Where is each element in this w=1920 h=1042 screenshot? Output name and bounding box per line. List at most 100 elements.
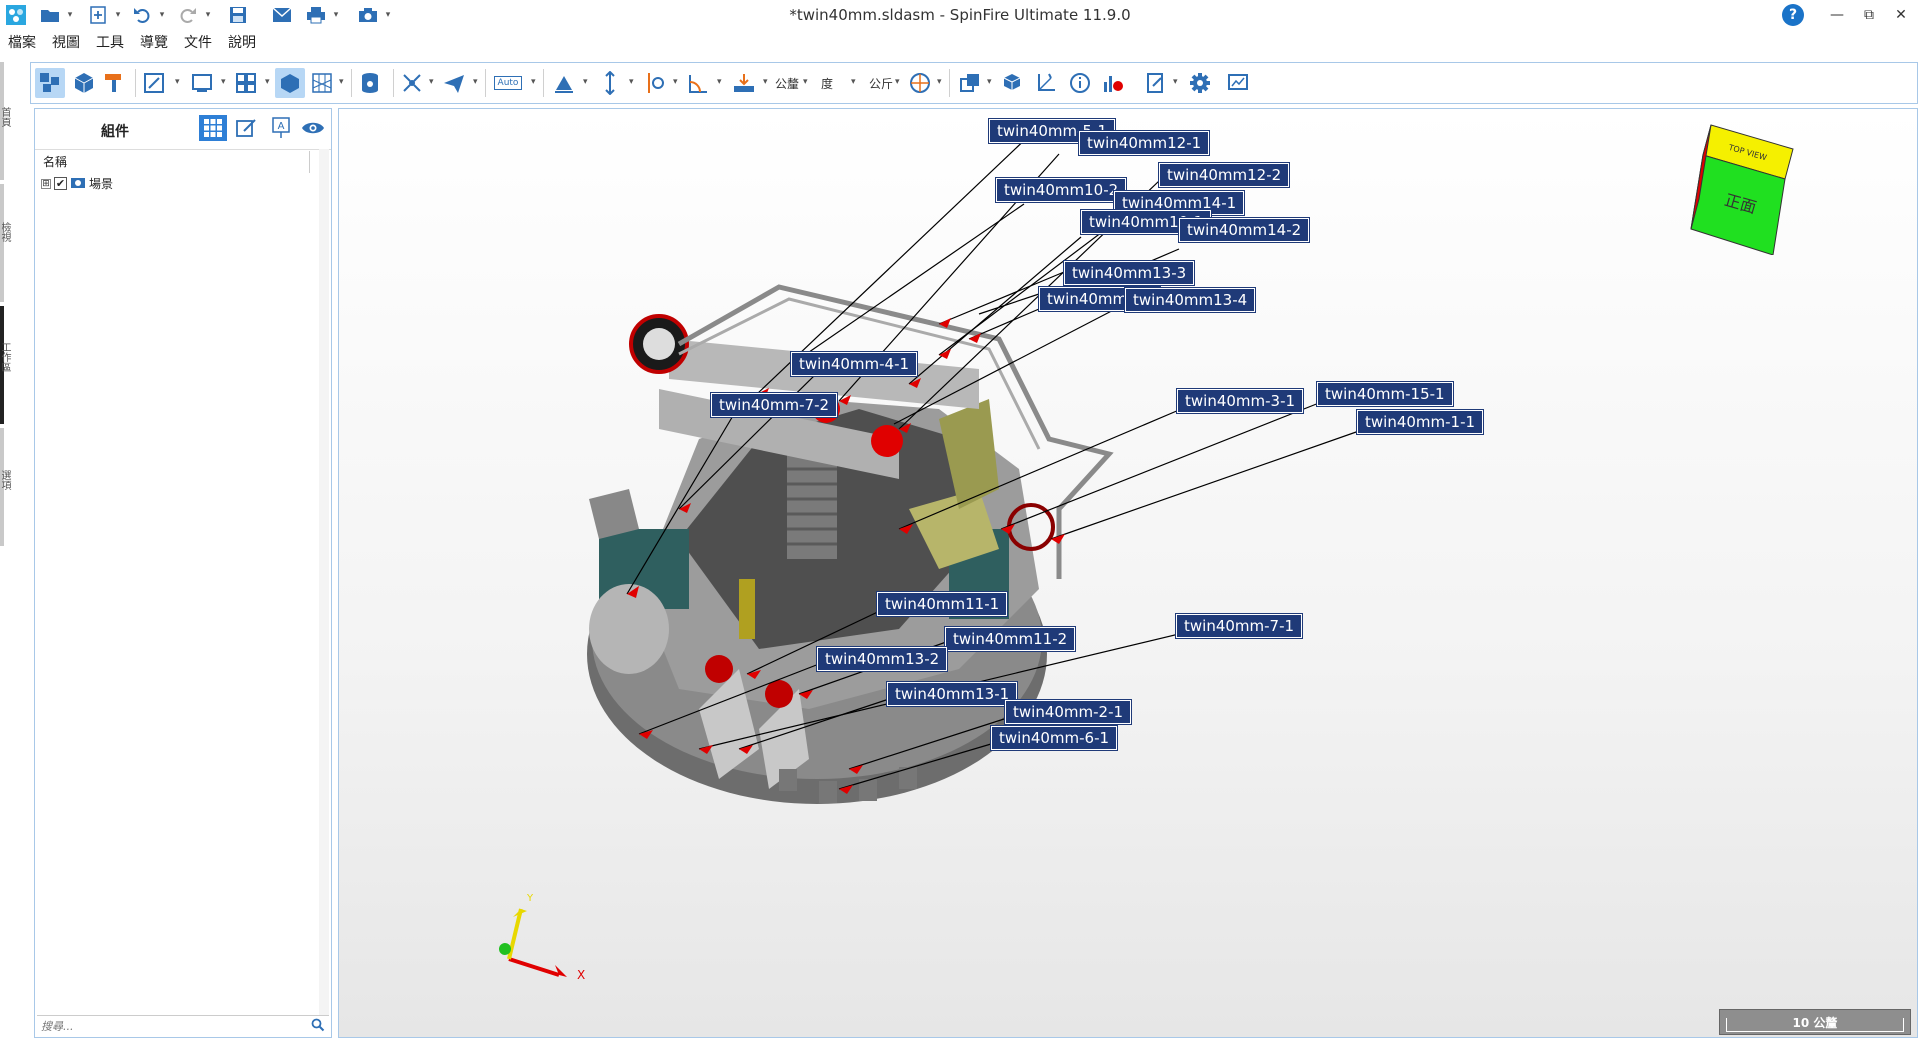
settings-gear-icon[interactable] bbox=[1185, 68, 1215, 98]
explode-dropdown-chevron-icon[interactable]: ▾ bbox=[175, 77, 180, 87]
single-view-dropdown-chevron-icon[interactable]: ▾ bbox=[221, 77, 226, 87]
callout-twin40mm-7-1[interactable]: twin40mm-7-1 bbox=[1174, 613, 1304, 639]
callout-twin40mm-1-1[interactable]: twin40mm-1-1 bbox=[1355, 409, 1485, 435]
measure-distance-dropdown-chevron-icon[interactable]: ▾ bbox=[629, 77, 634, 87]
explode-arrows-dropdown-chevron-icon[interactable]: ▾ bbox=[429, 77, 434, 87]
length-unit-label[interactable]: 公釐 bbox=[775, 75, 799, 92]
measure-z-dropdown-chevron-icon[interactable]: ▾ bbox=[583, 77, 588, 87]
dashboard-icon[interactable] bbox=[1223, 68, 1253, 98]
window-title: *twin40mm.sldasm - SpinFire Ultimate 11.… bbox=[789, 6, 1131, 24]
side-tab-home[interactable]: 首頁 bbox=[0, 107, 12, 127]
measure-mass-icon[interactable] bbox=[729, 68, 759, 98]
auto-label: Auto bbox=[493, 76, 523, 90]
menu-file[interactable]: 檔案 bbox=[0, 32, 44, 54]
callout-twin40mm12-2[interactable]: twin40mm12-2 bbox=[1157, 162, 1291, 188]
tree-scrollbar[interactable] bbox=[319, 149, 329, 1019]
fly-view-icon[interactable] bbox=[439, 68, 469, 98]
callout-twin40mm-6-1[interactable]: twin40mm-6-1 bbox=[989, 725, 1119, 751]
assembly-panel: 組件 A 名稱 ⊞ ✔ 場景 bbox=[34, 108, 332, 1038]
angle-unit-dropdown-chevron-icon[interactable]: ▾ bbox=[851, 77, 856, 87]
menu-view[interactable]: 視圖 bbox=[44, 32, 88, 54]
callout-twin40mm11-2[interactable]: twin40mm11-2 bbox=[943, 626, 1077, 652]
section-dropdown-chevron-icon[interactable]: ▾ bbox=[937, 77, 942, 87]
analysis-chart-icon[interactable] bbox=[1099, 68, 1129, 98]
triad-x-label: X bbox=[577, 968, 585, 979]
callout-twin40mm13-3[interactable]: twin40mm13-3 bbox=[1062, 260, 1196, 286]
section-globe-icon[interactable] bbox=[905, 68, 935, 98]
tree-item-checkbox[interactable]: ✔ bbox=[54, 177, 67, 190]
wireframe-mode-button[interactable] bbox=[307, 68, 337, 98]
render-dropdown-chevron-icon[interactable]: ▾ bbox=[339, 77, 344, 87]
callout-twin40mm-3-1[interactable]: twin40mm-3-1 bbox=[1175, 388, 1305, 414]
side-tab-workspace[interactable]: 工作區 bbox=[0, 342, 12, 372]
cylinder-icon[interactable] bbox=[355, 68, 385, 98]
measure-angle-dropdown-chevron-icon[interactable]: ▾ bbox=[717, 77, 722, 87]
edit-notes-icon[interactable] bbox=[233, 115, 261, 141]
callout-twin40mm10-2[interactable]: twin40mm10-2 bbox=[994, 177, 1128, 203]
part-explode-icon[interactable] bbox=[997, 68, 1027, 98]
mass-unit-dropdown-chevron-icon[interactable]: ▾ bbox=[895, 77, 900, 87]
measure-radius-dropdown-chevron-icon[interactable]: ▾ bbox=[673, 77, 678, 87]
callout-twin40mm-7-2[interactable]: twin40mm-7-2 bbox=[709, 392, 839, 418]
callout-twin40mm13-4[interactable]: twin40mm13-4 bbox=[1123, 287, 1257, 313]
callout-twin40mm-15-1[interactable]: twin40mm-15-1 bbox=[1316, 381, 1454, 407]
paint-brush-button[interactable] bbox=[99, 68, 129, 98]
measure-mass-dropdown-chevron-icon[interactable]: ▾ bbox=[763, 77, 768, 87]
help-button[interactable]: ? bbox=[1782, 4, 1804, 26]
camera-folder-icon bbox=[70, 175, 86, 192]
side-tab-view[interactable]: 檢視 bbox=[0, 222, 12, 242]
search-box bbox=[37, 1015, 329, 1035]
text-annotation-icon[interactable]: A bbox=[267, 115, 295, 141]
tree-item-scene[interactable]: ⊞ ✔ 場景 bbox=[41, 175, 113, 192]
restore-button[interactable]: ⧉ bbox=[1854, 4, 1884, 26]
measure-distance-icon[interactable] bbox=[595, 68, 625, 98]
minimize-button[interactable]: — bbox=[1822, 4, 1852, 26]
tree-expand-toggle[interactable]: ⊞ bbox=[41, 178, 51, 189]
menu-help[interactable]: 說明 bbox=[220, 32, 264, 54]
search-input[interactable] bbox=[41, 1018, 301, 1034]
measure-angle-icon[interactable] bbox=[683, 68, 713, 98]
fly-view-dropdown-chevron-icon[interactable]: ▾ bbox=[473, 77, 478, 87]
menu-tools[interactable]: 工具 bbox=[88, 32, 132, 54]
menu-navigate[interactable]: 導覽 bbox=[132, 32, 176, 54]
shaded-mode-button[interactable] bbox=[275, 68, 305, 98]
export-dropdown-chevron-icon[interactable]: ▾ bbox=[1173, 77, 1178, 87]
compare-dropdown-chevron-icon[interactable]: ▾ bbox=[987, 77, 992, 87]
close-button[interactable]: ✕ bbox=[1886, 4, 1916, 26]
explode-view-button[interactable] bbox=[139, 68, 169, 98]
annotate-axis-icon[interactable] bbox=[1031, 68, 1061, 98]
multi-view-button[interactable] bbox=[231, 68, 261, 98]
angle-unit-label[interactable]: 度 bbox=[821, 75, 833, 92]
single-view-button[interactable] bbox=[187, 68, 217, 98]
length-unit-dropdown-chevron-icon[interactable]: ▾ bbox=[803, 77, 808, 87]
callout-twin40mm12-1[interactable]: twin40mm12-1 bbox=[1077, 130, 1211, 156]
multi-view-dropdown-chevron-icon[interactable]: ▾ bbox=[265, 77, 270, 87]
measure-z-icon[interactable] bbox=[549, 68, 579, 98]
callout-twin40mm-2-1[interactable]: twin40mm-2-1 bbox=[1003, 699, 1133, 725]
part-cube-button[interactable] bbox=[69, 68, 99, 98]
menu-document[interactable]: 文件 bbox=[176, 32, 220, 54]
auto-dropdown-chevron-icon[interactable]: ▾ bbox=[531, 77, 536, 87]
explode-arrows-icon[interactable] bbox=[397, 68, 427, 98]
title-bar: ▾ ▾ ▾ ▾ ▾ ▾ *twin40mm.sldasm - SpinFire … bbox=[0, 0, 1920, 30]
measure-radius-icon[interactable] bbox=[639, 68, 669, 98]
callout-twin40mm13-2[interactable]: twin40mm13-2 bbox=[815, 646, 949, 672]
menu-bar: 檔案 視圖 工具 導覽 文件 說明 bbox=[0, 32, 264, 54]
callout-twin40mm13-1[interactable]: twin40mm13-1 bbox=[885, 681, 1019, 707]
side-tab-options[interactable]: 選項 bbox=[0, 470, 12, 490]
callout-twin40mm-4-1[interactable]: twin40mm-4-1 bbox=[789, 351, 919, 377]
3d-viewport[interactable]: twin40mm-5-1 twin40mm12-1 twin40mm12-2 t… bbox=[338, 108, 1918, 1038]
callout-twin40mm14-2[interactable]: twin40mm14-2 bbox=[1177, 217, 1311, 243]
visibility-eye-icon[interactable] bbox=[299, 115, 327, 141]
grid-view-icon[interactable] bbox=[199, 115, 227, 141]
compare-icon[interactable] bbox=[955, 68, 985, 98]
view-cube[interactable]: TOP VIEW 正面 bbox=[1681, 115, 1801, 255]
mass-unit-label[interactable]: 公斤 bbox=[869, 75, 893, 92]
info-icon[interactable] bbox=[1065, 68, 1095, 98]
assembly-mode-button[interactable] bbox=[35, 68, 65, 98]
column-header-name[interactable]: 名稱 bbox=[43, 153, 67, 170]
auto-measure-button[interactable]: Auto bbox=[491, 68, 525, 98]
search-icon[interactable] bbox=[311, 1018, 325, 1036]
export-document-icon[interactable] bbox=[1141, 68, 1171, 98]
callout-twin40mm11-1[interactable]: twin40mm11-1 bbox=[875, 591, 1009, 617]
